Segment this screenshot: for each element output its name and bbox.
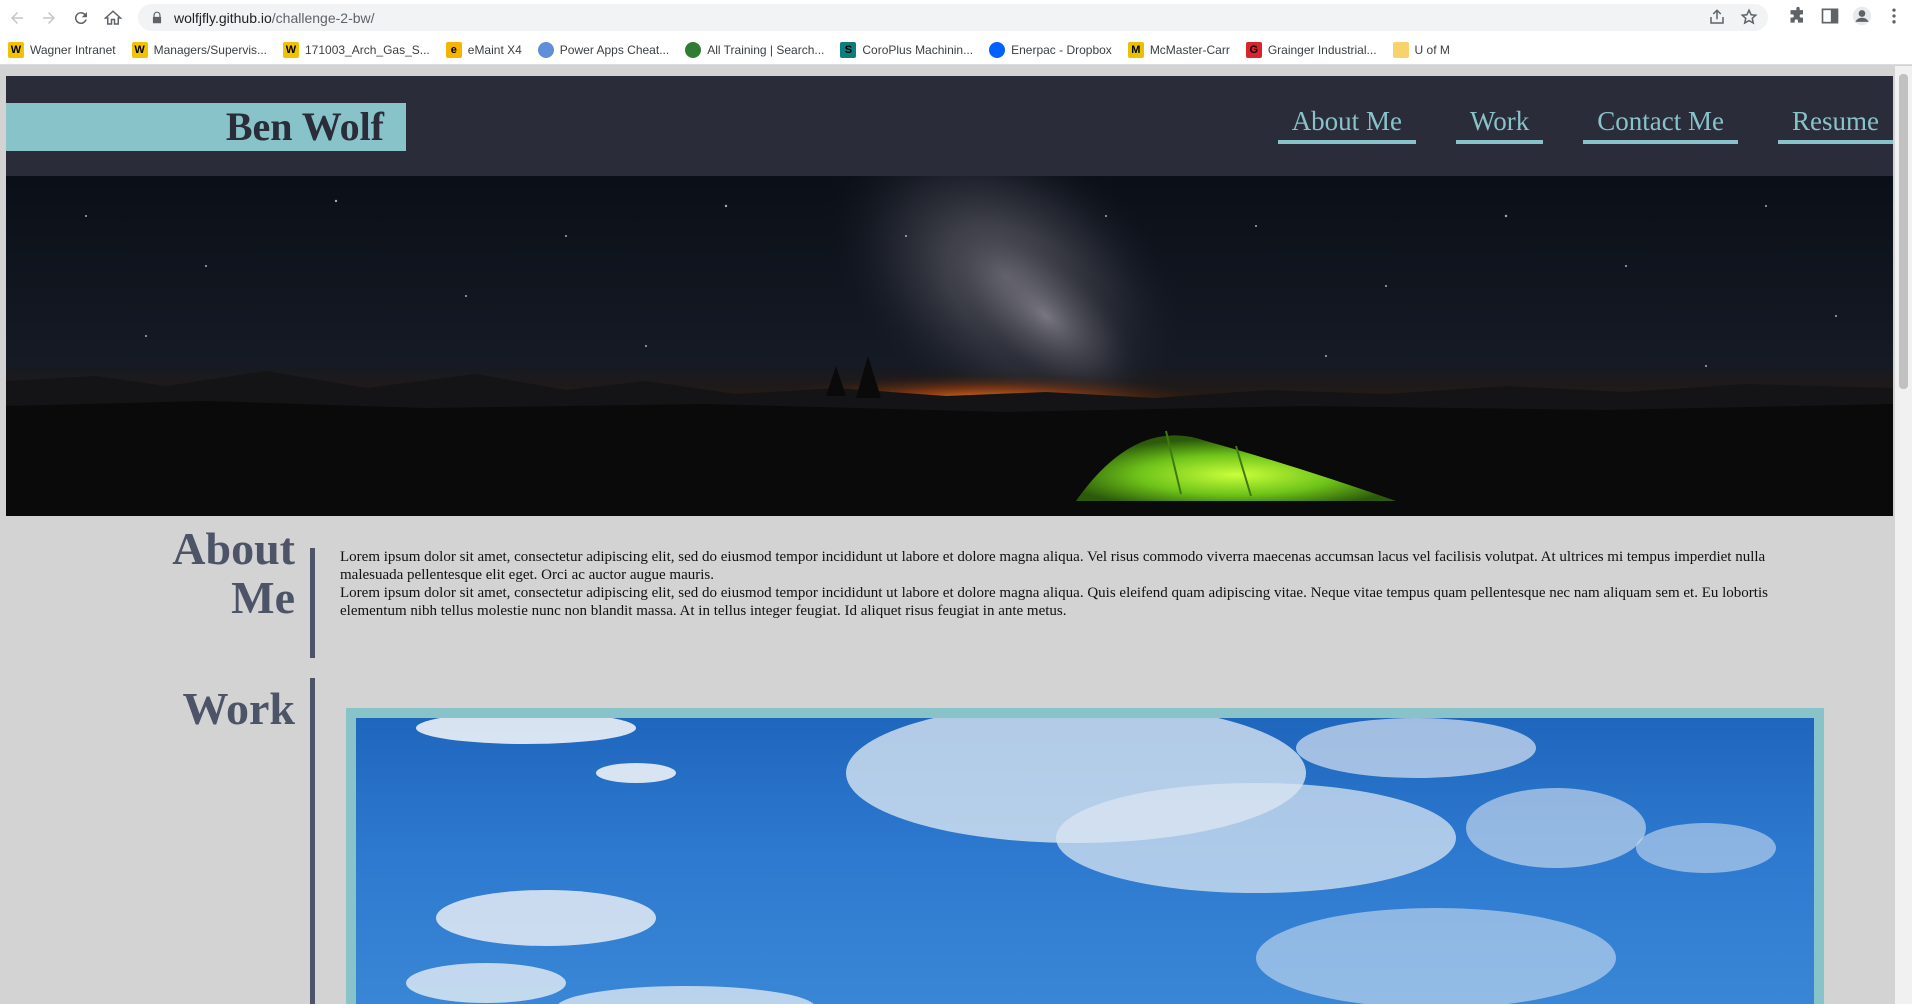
arrow-right-icon [43, 11, 55, 24]
back-button[interactable] [2, 3, 32, 33]
site-header: Ben Wolf About Me Work Contact Me Resume [6, 76, 1893, 176]
bookmark-favicon-icon: M [1127, 41, 1144, 58]
page-viewport: Ben Wolf About Me Work Contact Me Resume [0, 66, 1912, 1004]
bookmark-item[interactable]: All Training | Search... [685, 41, 825, 58]
home-icon [104, 9, 122, 25]
nav-resume[interactable]: Resume [1778, 104, 1893, 144]
folder-icon [1392, 41, 1409, 58]
dropbox-icon [989, 41, 1006, 58]
hero-image [6, 176, 1893, 516]
menu-kebab-icon[interactable] [1884, 6, 1904, 26]
page-scrollbar[interactable] [1895, 66, 1912, 1004]
about-heading: About Me [172, 524, 295, 622]
bookmark-item[interactable]: W 171003_Arch_Gas_S... [283, 41, 430, 58]
side-panel-icon[interactable] [1820, 6, 1840, 26]
bookmarks-bar: W Wagner Intranet W Managers/Supervis... W 17… [0, 35, 1912, 65]
bookmark-label: Managers/Supervis... [153, 42, 267, 57]
bookmark-label: 171003_Arch_Gas_S... [305, 42, 430, 57]
bookmark-label: CoroPlus Machinin... [862, 42, 974, 57]
logo-block: Ben Wolf [6, 103, 406, 151]
bookmark-label: McMaster-Carr [1149, 42, 1230, 57]
bookmark-item[interactable]: W Wagner Intranet [8, 41, 116, 58]
sky-clouds-illustration [406, 718, 1776, 1004]
lightbulb-icon [537, 41, 554, 58]
url-path: /challenge-2-bw/ [271, 9, 375, 26]
about-paragraph-1: Lorem ipsum dolor sit amet, consectetur … [340, 549, 1766, 583]
bookmark-item[interactable]: Power Apps Cheat... [537, 41, 670, 58]
hero-night-sky-illustration [6, 176, 1893, 516]
url-text: wolfjfly.github.io/challenge-2-bw/ [174, 10, 375, 26]
profile-avatar-icon[interactable] [1852, 6, 1872, 26]
bookmark-item[interactable]: S CoroPlus Machinin... [840, 41, 974, 58]
about-text: Lorem ipsum dolor sit amet, consectetur … [340, 548, 1830, 620]
bookmark-label: Grainger Industrial... [1267, 42, 1377, 57]
layers-icon [685, 41, 702, 58]
bookmark-label: eMaint X4 [467, 42, 522, 57]
work-heading: Work [182, 683, 295, 734]
nav-work[interactable]: Work [1455, 104, 1544, 144]
bookmark-label: Wagner Intranet [30, 42, 116, 57]
site-nav: About Me Work Contact Me Resume [1238, 104, 1893, 144]
address-bar[interactable]: wolfjfly.github.io/challenge-2-bw/ [138, 4, 1768, 31]
star-icon[interactable] [1740, 8, 1758, 26]
reload-icon [74, 11, 87, 24]
work-divider [310, 678, 315, 1004]
bookmark-favicon-icon: W [131, 41, 148, 58]
bookmark-item[interactable]: e eMaint X4 [445, 41, 522, 58]
bookmark-item[interactable]: G Grainger Industrial... [1245, 41, 1377, 58]
share-icon[interactable] [1708, 8, 1726, 26]
site-logo[interactable]: Ben Wolf [226, 104, 384, 149]
bookmark-favicon-icon: W [283, 41, 299, 58]
scrollbar-thumb[interactable] [1899, 74, 1908, 389]
work-image [356, 718, 1814, 1004]
bookmark-favicon-icon: G [1245, 41, 1262, 58]
arrow-left-icon [11, 11, 23, 24]
about-heading-line2: Me [231, 572, 295, 623]
about-heading-line1: About [172, 523, 295, 574]
extensions-icon[interactable] [1788, 6, 1808, 26]
bookmark-favicon-icon: e [445, 41, 462, 58]
bookmark-label: All Training | Search... [707, 42, 825, 57]
bookmark-item[interactable]: U of M [1392, 41, 1450, 58]
bookmark-item[interactable]: Enerpac - Dropbox [989, 41, 1112, 58]
about-divider [310, 548, 315, 658]
about-paragraph-2: Lorem ipsum dolor sit amet, consectetur … [340, 585, 1768, 619]
forward-button[interactable] [34, 3, 64, 33]
bookmark-favicon-icon: S [840, 41, 857, 58]
reload-button[interactable] [66, 3, 96, 33]
home-button[interactable] [98, 3, 128, 33]
work-card[interactable] [346, 708, 1824, 1004]
nav-about-me[interactable]: About Me [1277, 104, 1416, 144]
bookmark-label: Power Apps Cheat... [559, 42, 670, 57]
bookmark-label: Enerpac - Dropbox [1011, 42, 1112, 57]
browser-toolbar: wolfjfly.github.io/challenge-2-bw/ [0, 0, 1912, 35]
bookmark-item[interactable]: W Managers/Supervis... [131, 41, 267, 58]
bookmark-item[interactable]: M McMaster-Carr [1127, 41, 1230, 58]
nav-contact-me[interactable]: Contact Me [1583, 104, 1738, 144]
url-host: wolfjfly.github.io [174, 9, 272, 26]
lock-icon [152, 11, 162, 23]
bookmark-label: U of M [1414, 42, 1450, 57]
bookmark-favicon-icon: W [8, 41, 24, 58]
